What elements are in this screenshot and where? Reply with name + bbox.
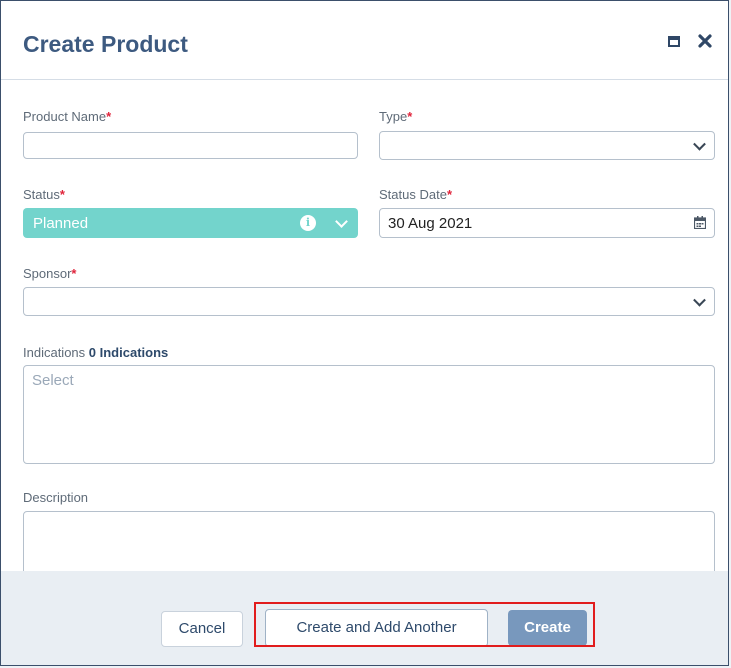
sponsor-select[interactable]: [23, 287, 715, 316]
chevron-down-icon: [693, 293, 706, 307]
description-label: Description: [23, 490, 89, 505]
type-label: Type*: [379, 109, 413, 124]
status-select[interactable]: Planned i: [23, 208, 358, 238]
info-icon[interactable]: i: [300, 215, 316, 231]
type-select[interactable]: [379, 131, 715, 160]
cancel-button[interactable]: Cancel: [161, 611, 243, 647]
maximize-icon[interactable]: [668, 35, 680, 53]
status-date-label: Status Date*: [379, 187, 452, 202]
indications-multiselect[interactable]: Select: [23, 365, 715, 464]
status-label: Status*: [23, 187, 65, 202]
dialog-header: Create Product: [1, 1, 728, 80]
chevron-down-icon: [693, 137, 706, 151]
dialog-title: Create Product: [23, 31, 188, 57]
create-button[interactable]: Create: [508, 610, 587, 646]
product-name-input[interactable]: [23, 132, 358, 159]
close-icon[interactable]: [698, 34, 712, 53]
create-product-dialog: Create Product Product Name* Type* Statu…: [0, 0, 729, 666]
status-value: Planned: [33, 215, 89, 232]
product-name-label: Product Name*: [23, 109, 112, 124]
indications-label: Indications 0 Indications: [23, 345, 169, 360]
status-date-input[interactable]: 30 Aug 2021: [379, 208, 715, 238]
indications-count: 0 Indications: [88, 345, 169, 360]
chevron-down-icon: [335, 215, 348, 228]
create-and-add-another-button[interactable]: Create and Add Another: [265, 609, 488, 647]
status-date-value: 30 Aug 2021: [388, 215, 473, 232]
sponsor-label: Sponsor*: [23, 266, 77, 281]
calendar-icon[interactable]: [693, 216, 707, 230]
indications-placeholder: Select: [32, 372, 74, 389]
